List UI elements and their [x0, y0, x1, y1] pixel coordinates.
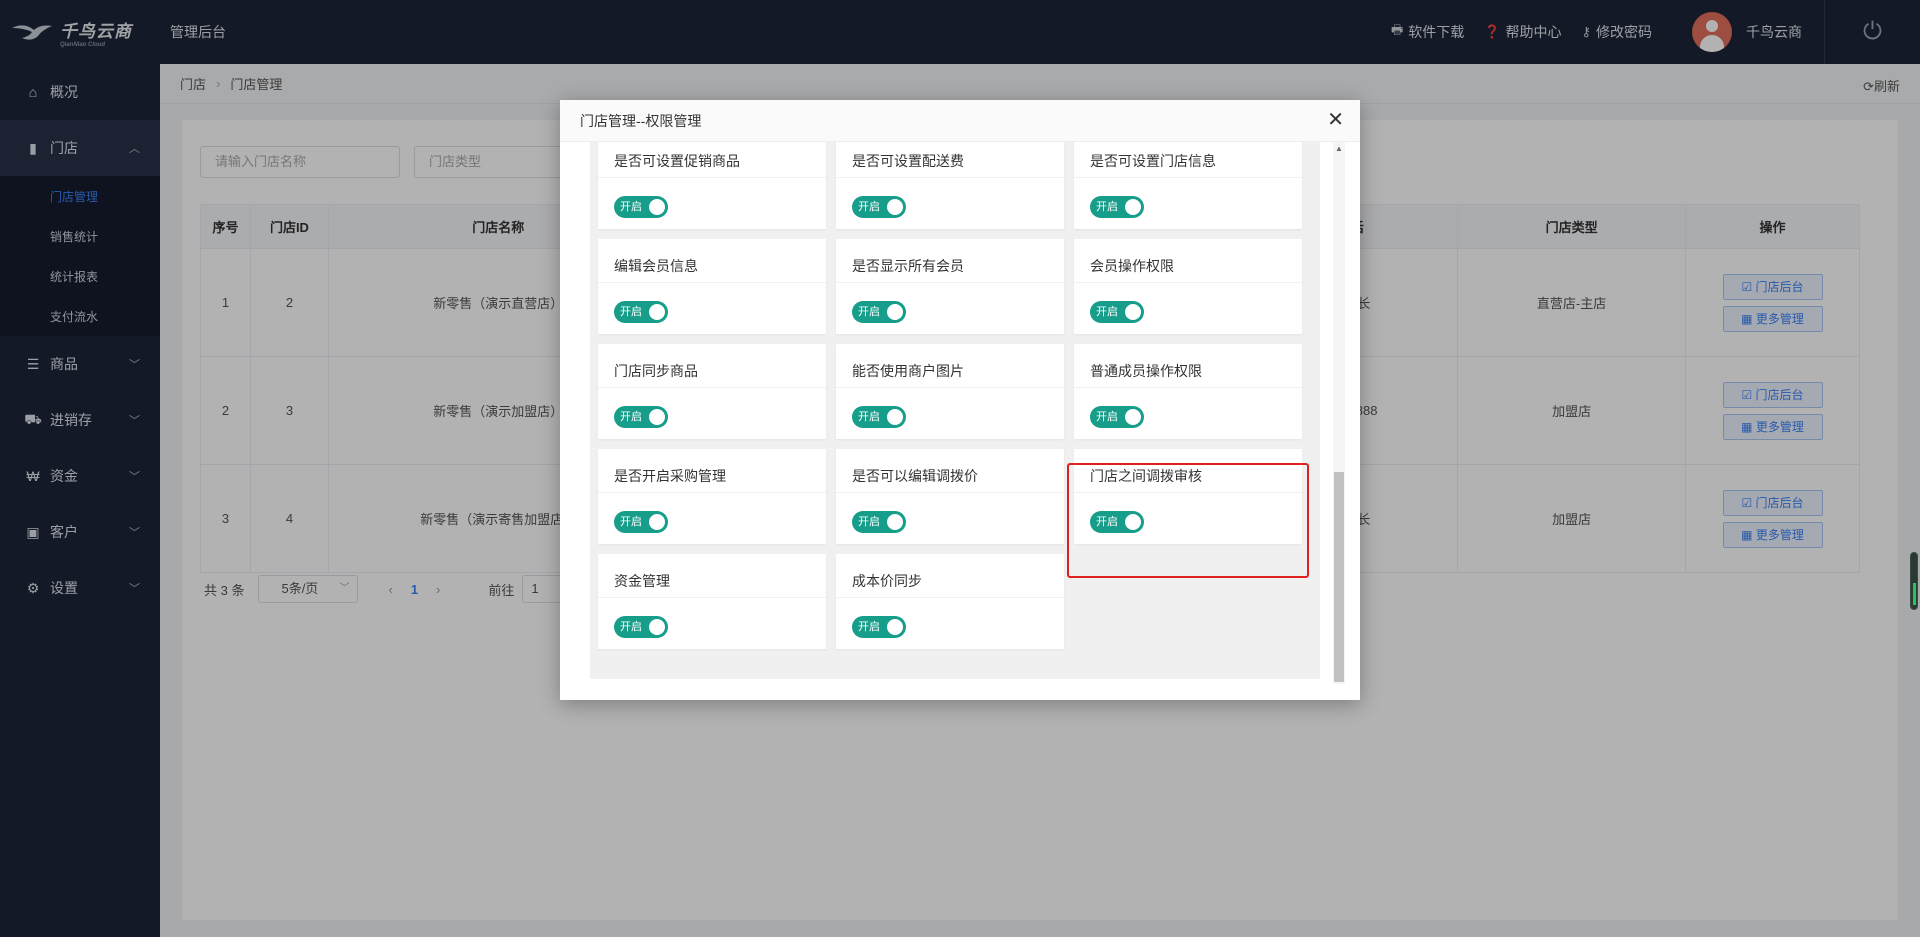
toggle-knob — [1125, 304, 1141, 320]
permission-card: 会员操作权限开启 — [1074, 239, 1302, 334]
permission-card: 资金管理开启 — [598, 554, 826, 649]
permission-title: 普通成员操作权限 — [1074, 344, 1302, 388]
permission-toggle[interactable]: 开启 — [852, 616, 906, 638]
permission-card: 能否使用商户图片开启 — [836, 344, 1064, 439]
modal-title: 门店管理--权限管理 — [560, 100, 1360, 142]
toggle-label: 开启 — [620, 306, 642, 318]
permission-title: 编辑会员信息 — [598, 239, 826, 283]
close-icon[interactable]: ✕ — [1327, 110, 1344, 130]
permission-toggle[interactable]: 开启 — [614, 301, 668, 323]
permission-title: 是否开启采购管理 — [598, 449, 826, 493]
permission-card: 普通成员操作权限开启 — [1074, 344, 1302, 439]
permission-toggle[interactable]: 开启 — [614, 511, 668, 533]
toggle-knob — [887, 514, 903, 530]
permission-toggle[interactable]: 开启 — [1090, 406, 1144, 428]
scroll-thumb[interactable] — [1334, 472, 1344, 682]
toggle-label: 开启 — [858, 201, 880, 213]
toggle-label: 开启 — [858, 306, 880, 318]
permission-toggle[interactable]: 开启 — [614, 196, 668, 218]
permission-title: 是否可设置促销商品 — [598, 142, 826, 178]
permission-toggle[interactable]: 开启 — [1090, 196, 1144, 218]
toggle-label: 开启 — [620, 621, 642, 633]
toggle-knob — [649, 514, 665, 530]
scroll-up-icon[interactable]: ▲ — [1335, 144, 1343, 153]
permission-card: 是否可设置配送费开启 — [836, 142, 1064, 229]
permission-toggle[interactable]: 开启 — [614, 616, 668, 638]
modal-body: 是否可设置促销商品 开启 是否可设置配送费 开启 是否可设置门店信息 开启 编辑会员信息 开启… — [575, 142, 1345, 684]
permission-title: 会员操作权限 — [1074, 239, 1302, 283]
permission-title: 成本价同步 — [836, 554, 1064, 598]
permission-title: 能否使用商户图片 — [836, 344, 1064, 388]
permission-title: 是否可以编辑调拨价 — [836, 449, 1064, 493]
side-scroll-handle[interactable] — [1910, 552, 1918, 610]
permission-card: 是否可设置门店信息开启 — [1074, 142, 1302, 229]
permission-toggle[interactable]: 开启 — [852, 406, 906, 428]
toggle-knob — [649, 619, 665, 635]
toggle-label: 开启 — [1096, 201, 1118, 213]
permission-toggle[interactable]: 开启 — [614, 406, 668, 428]
toggle-label: 开启 — [620, 201, 642, 213]
toggle-label: 开启 — [858, 411, 880, 423]
permission-card: 成本价同步开启 — [836, 554, 1064, 649]
permission-toggle[interactable]: 开启 — [852, 196, 906, 218]
toggle-knob — [1125, 409, 1141, 425]
toggle-knob — [649, 409, 665, 425]
permission-card: 是否可设置促销商品开启 — [598, 142, 826, 229]
permission-grid: 是否可设置促销商品 开启 是否可设置配送费 开启 是否可设置门店信息 开启 编辑会员信息 开启… — [590, 142, 1320, 679]
permission-title: 资金管理 — [598, 554, 826, 598]
permission-title: 门店同步商品 — [598, 344, 826, 388]
permission-card: 门店同步商品开启 — [598, 344, 826, 439]
permission-toggle[interactable]: 开启 — [852, 511, 906, 533]
permission-title: 是否可设置门店信息 — [1074, 142, 1302, 178]
toggle-knob — [887, 409, 903, 425]
toggle-label: 开启 — [858, 516, 880, 528]
permission-toggle[interactable]: 开启 — [852, 301, 906, 323]
toggle-label: 开启 — [620, 516, 642, 528]
permission-modal: 门店管理--权限管理 ✕ 是否可设置促销商品 开启 是否可设置配送费 开启 是否可设置门… — [560, 100, 1360, 700]
highlight-box — [1067, 463, 1309, 578]
permission-card: 是否可以编辑调拨价开启 — [836, 449, 1064, 544]
toggle-label: 开启 — [858, 621, 880, 633]
toggle-knob — [649, 199, 665, 215]
toggle-knob — [887, 619, 903, 635]
toggle-label: 开启 — [1096, 411, 1118, 423]
permission-card: 是否显示所有会员开启 — [836, 239, 1064, 334]
toggle-knob — [887, 199, 903, 215]
toggle-label: 开启 — [620, 411, 642, 423]
toggle-label: 开启 — [1096, 306, 1118, 318]
permission-title: 是否可设置配送费 — [836, 142, 1064, 178]
permission-toggle[interactable]: 开启 — [1090, 301, 1144, 323]
permission-title: 是否显示所有会员 — [836, 239, 1064, 283]
toggle-knob — [1125, 199, 1141, 215]
toggle-knob — [887, 304, 903, 320]
modal-scrollbar[interactable]: ▲ ▼ — [1333, 142, 1345, 684]
permission-card: 是否开启采购管理开启 — [598, 449, 826, 544]
toggle-knob — [649, 304, 665, 320]
permission-card: 编辑会员信息开启 — [598, 239, 826, 334]
